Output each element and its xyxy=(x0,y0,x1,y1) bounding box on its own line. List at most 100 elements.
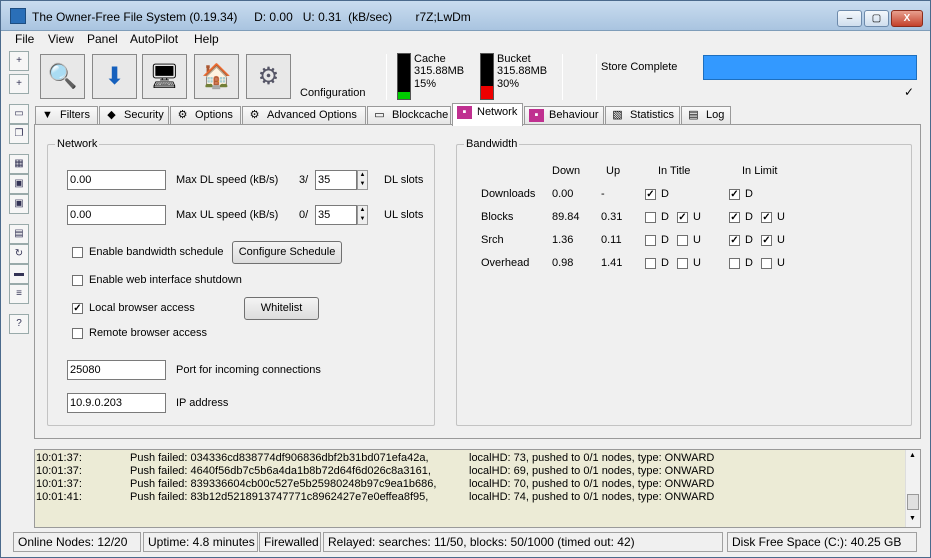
ul-slots-spinner[interactable]: ▲ ▼ xyxy=(357,205,368,225)
cache-meter xyxy=(397,53,411,100)
firewall-status: Firewalled xyxy=(259,532,321,552)
network-group: Network Max DL speed (kB/s) 3/ ▲▼ DL slo… xyxy=(47,138,435,426)
gear-icon[interactable]: ⚙ xyxy=(246,54,291,99)
minimize-button[interactable]: – xyxy=(837,10,862,27)
menu-help[interactable]: Help xyxy=(194,32,219,46)
in-limit-u-checkbox[interactable] xyxy=(761,258,772,269)
bucket-meter-fill xyxy=(481,85,493,99)
dl-slots-label: DL slots xyxy=(384,174,424,186)
in-limit-d-checkbox[interactable]: ✓ xyxy=(729,212,740,223)
open-folder-icon[interactable]: ▭ xyxy=(9,104,29,124)
max-dl-speed-input[interactable] xyxy=(67,170,166,190)
configure-schedule-button[interactable]: Configure Schedule xyxy=(232,241,342,264)
search-icon[interactable]: 🔍 xyxy=(40,54,85,99)
local-browser-checkbox[interactable]: ✓ xyxy=(72,303,83,314)
log-info: localHD: 70, pushed to 0/1 nodes, type: … xyxy=(469,478,715,490)
save-icon[interactable]: ▣ xyxy=(9,174,29,194)
bandwidth-row-up: - xyxy=(601,188,605,200)
download-icon[interactable]: ⬇ xyxy=(92,54,137,99)
list-icon[interactable]: ≡ xyxy=(9,284,29,304)
home-icon[interactable]: 🏠 xyxy=(194,54,239,99)
main-window: The Owner-Free File System (0.19.34) D: … xyxy=(0,0,931,558)
in-title-u-checkbox[interactable]: ✓ xyxy=(677,212,688,223)
log-scrollbar[interactable]: ▲ ▼ xyxy=(905,450,920,527)
in-limit-d-checkbox[interactable]: ✓ xyxy=(729,189,740,200)
in-title-u-checkbox[interactable] xyxy=(677,235,688,246)
menu-panel[interactable]: Panel xyxy=(87,32,118,46)
tab-options[interactable]: ⚙ Options xyxy=(170,106,241,125)
copy-icon[interactable]: ❐ xyxy=(9,124,29,144)
document-icon[interactable]: ▤ xyxy=(9,224,29,244)
in-limit-d-label: D xyxy=(745,188,753,200)
in-limit-d-checkbox[interactable] xyxy=(729,258,740,269)
network-group-title: Network xyxy=(55,138,100,150)
menu-view[interactable]: View xyxy=(48,32,74,46)
tab-behaviour[interactable]: ▪ Behaviour xyxy=(524,106,604,125)
tab-network[interactable]: ▪ Network xyxy=(452,103,523,126)
tab-filters[interactable]: ▼ Filters xyxy=(35,106,98,125)
in-limit-u-checkbox[interactable]: ✓ xyxy=(761,235,772,246)
header-in-limit: In Limit xyxy=(742,165,778,177)
store-complete-bar xyxy=(703,55,917,80)
dl-slots-spinner[interactable]: ▲ ▼ xyxy=(357,170,368,190)
ul-slots-used: 0/ xyxy=(299,209,309,221)
dl-slots-input[interactable] xyxy=(315,170,357,190)
log-msg: Push failed: 4640f56db7c5b6a4da1b8b72d64… xyxy=(130,465,431,477)
tab-blockcache[interactable]: ▭ Blockcache xyxy=(367,106,451,125)
tab-log[interactable]: ▤ Log xyxy=(681,106,731,125)
in-title-d-checkbox[interactable] xyxy=(645,235,656,246)
tab-statistics[interactable]: ▧ Statistics xyxy=(605,106,680,125)
tab-advanced-options[interactable]: ⚙ Advanced Options xyxy=(242,106,366,125)
bucket-meter xyxy=(480,53,494,100)
scroll-thumb[interactable] xyxy=(907,494,919,510)
tab-security[interactable]: ◆ Security xyxy=(99,106,169,125)
configuration-label: Configuration xyxy=(300,87,366,99)
header-up: Up xyxy=(606,165,621,177)
whitelist-button[interactable]: Whitelist xyxy=(244,297,319,320)
behaviour-icon: ▪ xyxy=(529,109,544,122)
window-icon[interactable]: ▬ xyxy=(9,264,29,284)
in-title-d-checkbox[interactable] xyxy=(645,258,656,269)
ul-slots-input[interactable] xyxy=(315,205,357,225)
menu-file[interactable]: File xyxy=(15,32,34,46)
ip-address-input[interactable] xyxy=(67,393,166,413)
bandwidth-group: Bandwidth Down Up In Title In Limit Down… xyxy=(456,138,912,426)
toolbar-separator xyxy=(596,54,597,100)
bandwidth-row-label: Overhead xyxy=(481,257,530,269)
in-title-u-label: U xyxy=(693,211,701,223)
network-monitor-icon[interactable]: 🖥 xyxy=(142,54,187,99)
bucket-label: Bucket xyxy=(497,53,531,65)
refresh-icon[interactable]: ↻ xyxy=(9,244,29,264)
enable-schedule-checkbox[interactable] xyxy=(72,247,83,258)
in-title-d-checkbox[interactable] xyxy=(645,212,656,223)
in-title-u-checkbox[interactable] xyxy=(677,258,688,269)
close-button[interactable]: X xyxy=(891,10,923,27)
add-alt-icon[interactable]: + xyxy=(9,74,29,94)
in-limit-d-label: D xyxy=(745,234,753,246)
save-as-icon[interactable]: ▣ xyxy=(9,194,29,214)
remote-browser-checkbox[interactable] xyxy=(72,328,83,339)
in-limit-u-label: U xyxy=(777,257,785,269)
port-input[interactable] xyxy=(67,360,166,380)
scroll-down-icon[interactable]: ▼ xyxy=(909,515,916,522)
scroll-up-icon[interactable]: ▲ xyxy=(909,452,916,459)
relayed-status: Relayed: searches: 11/50, blocks: 50/100… xyxy=(323,532,723,552)
in-limit-u-checkbox[interactable]: ✓ xyxy=(761,212,772,223)
tab-label: Security xyxy=(124,109,164,121)
max-ul-speed-input[interactable] xyxy=(67,205,166,225)
help-icon[interactable]: ? xyxy=(9,314,29,334)
enable-web-shutdown-checkbox[interactable] xyxy=(72,275,83,286)
in-limit-d-checkbox[interactable]: ✓ xyxy=(729,235,740,246)
menu-autopilot[interactable]: AutoPilot xyxy=(130,32,178,46)
log-area[interactable]: 10:01:37: Push failed: 034336cd838774df90… xyxy=(34,449,921,528)
bandwidth-row-up: 1.41 xyxy=(601,257,623,269)
in-title-d-label: D xyxy=(661,188,669,200)
dl-slots-used: 3/ xyxy=(299,174,309,186)
add-icon[interactable]: + xyxy=(9,51,29,71)
log-info: localHD: 74, pushed to 0/1 nodes, type: … xyxy=(469,491,715,503)
maximize-button[interactable]: ▢ xyxy=(864,10,889,27)
bandwidth-row-down: 89.84 xyxy=(552,211,580,223)
in-title-d-checkbox[interactable]: ✓ xyxy=(645,189,656,200)
title-bar[interactable]: The Owner-Free File System (0.19.34) D: … xyxy=(1,1,930,31)
palette-icon[interactable]: ▦ xyxy=(9,154,29,174)
